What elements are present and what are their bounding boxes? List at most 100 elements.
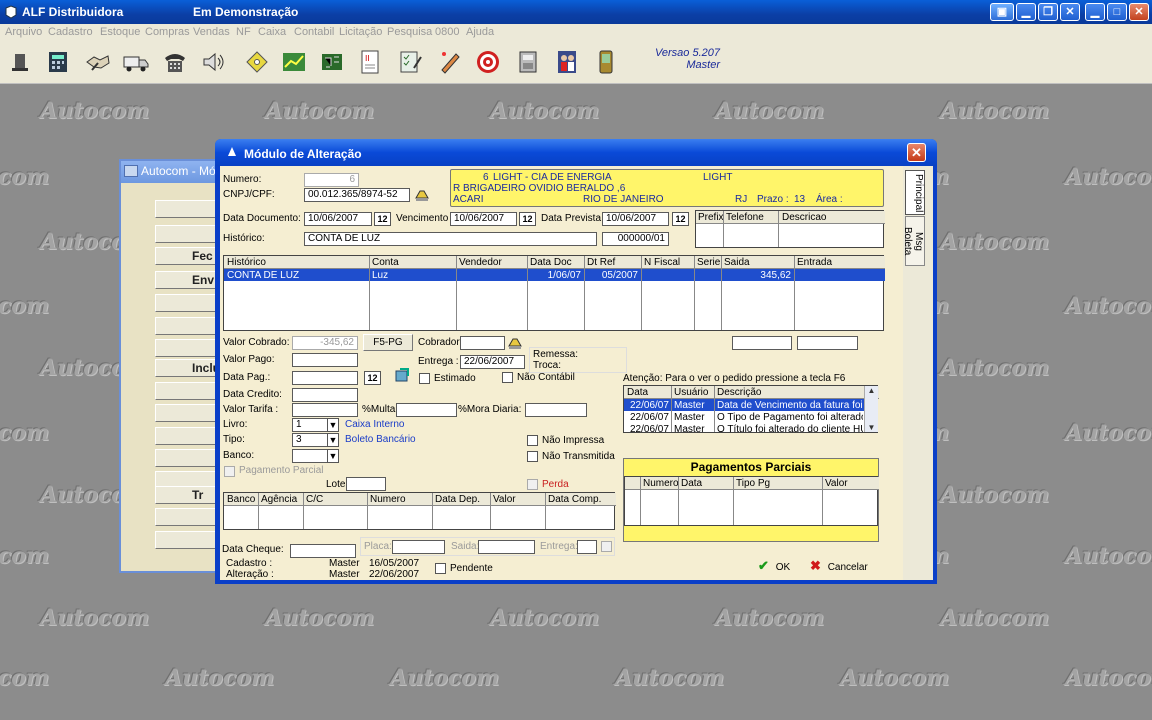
scroll-down-icon[interactable]: ▼	[865, 423, 878, 432]
data-documento-field[interactable]: 10/06/2007	[304, 212, 372, 226]
calendar-icon[interactable]: 12	[374, 212, 391, 226]
ok-button[interactable]: ✔ OK	[758, 558, 790, 574]
column-header[interactable]: Entrada	[797, 257, 832, 268]
inner-minimize-button[interactable]: ▁	[1016, 3, 1036, 21]
menu-0800[interactable]: 0800	[435, 26, 459, 38]
column-header[interactable]: Banco	[227, 494, 255, 505]
minimize-button[interactable]: ▁	[1085, 3, 1105, 21]
column-header[interactable]: Saida	[724, 257, 750, 268]
log-scrollbar[interactable]: ▲ ▼	[864, 386, 878, 432]
saida-field[interactable]	[478, 540, 535, 554]
historico-field[interactable]: CONTA DE LUZ	[304, 232, 597, 246]
menu-licitacao[interactable]: Licitação	[339, 26, 382, 38]
calendar-icon[interactable]: 12	[519, 212, 536, 226]
pagamento-parcial-checkbox[interactable]	[224, 466, 235, 477]
document-number-field[interactable]: 000000/01	[602, 232, 669, 246]
log-grid[interactable]: Data Usuário Descrição 22/06/07 Master Data d…	[623, 385, 879, 435]
target-icon[interactable]	[474, 48, 502, 76]
background-window[interactable]: Autocom - Mó Fec Env Inclus Tr	[119, 159, 231, 573]
extra-field-1[interactable]	[732, 336, 792, 350]
nao-contabil-checkbox[interactable]	[502, 372, 513, 383]
cobrador-field[interactable]	[460, 336, 505, 350]
banco-select[interactable]	[292, 449, 328, 463]
pda-icon[interactable]	[592, 48, 620, 76]
cheque-grid[interactable]: Banco Agência C/C Numero Data Dep. Valor Data …	[223, 492, 616, 530]
calendar-icon[interactable]: 12	[364, 371, 381, 385]
valor-pago-field[interactable]	[292, 353, 358, 367]
valor-cobrado-field[interactable]: -345,62	[292, 336, 358, 350]
menu-arquivo[interactable]: Arquivo	[5, 26, 42, 38]
exit-icon[interactable]	[6, 48, 34, 76]
lookup-icon[interactable]	[414, 188, 430, 202]
chevron-down-icon[interactable]: ▼	[327, 418, 339, 432]
column-header[interactable]: Tipo Pg	[736, 478, 770, 489]
placa-field[interactable]	[392, 540, 445, 554]
tab-principal[interactable]: Principal	[905, 170, 925, 215]
speaker-icon[interactable]	[199, 48, 227, 76]
pen-icon[interactable]	[436, 48, 464, 76]
items-grid[interactable]: Histórico Conta Vendedor Data Doc Dt Ref N Fi…	[223, 255, 885, 331]
calendar-icon[interactable]: 12	[672, 212, 689, 226]
checklist-icon[interactable]	[396, 48, 424, 76]
column-header[interactable]: C/C	[306, 494, 323, 505]
menu-compras[interactable]: Compras	[145, 26, 190, 38]
column-header[interactable]: Numero	[643, 478, 679, 489]
vencimento-field[interactable]: 10/06/2007	[450, 212, 517, 226]
nvidia-icon[interactable]: ▣	[990, 3, 1014, 21]
menu-nf[interactable]: NF	[236, 26, 251, 38]
data-prevista-field[interactable]: 10/06/2007	[602, 212, 669, 226]
entrega-field[interactable]: 22/06/2007	[460, 355, 525, 369]
column-header[interactable]: Data Comp.	[548, 494, 601, 505]
refresh-icon[interactable]	[394, 367, 410, 383]
column-header[interactable]: Valor	[493, 494, 516, 505]
calculator-icon[interactable]	[44, 48, 72, 76]
pendente-checkbox[interactable]	[435, 563, 446, 574]
column-header[interactable]: Valor	[825, 478, 848, 489]
maximize-button[interactable]: □	[1107, 3, 1127, 21]
entrega2-field[interactable]	[577, 540, 597, 554]
column-header[interactable]: Dt Ref	[587, 257, 615, 268]
livro-select[interactable]: 1	[292, 418, 328, 432]
scroll-up-icon[interactable]: ▲	[865, 386, 878, 395]
handshake-icon[interactable]	[84, 48, 112, 76]
chevron-down-icon[interactable]: ▼	[327, 449, 339, 463]
data-cheque-field[interactable]	[290, 544, 356, 558]
menu-cadastro[interactable]: Cadastro	[48, 26, 93, 38]
entrega2-checkbox[interactable]	[601, 541, 612, 552]
data-credito-field[interactable]	[292, 388, 358, 402]
nao-transmitida-checkbox[interactable]	[527, 451, 538, 462]
phones-grid[interactable]: Prefix Telefone Descricao	[695, 210, 885, 248]
column-header[interactable]: Data Dep.	[435, 494, 480, 505]
tipo-select[interactable]: 3	[292, 433, 328, 447]
column-header[interactable]: Usuário	[674, 387, 708, 398]
chart-icon[interactable]	[280, 48, 308, 76]
tab-msg-boleta[interactable]: Msg Boleta	[902, 216, 925, 266]
column-header[interactable]: Histórico	[227, 257, 266, 268]
column-header[interactable]: Agência	[261, 494, 297, 505]
cnpj-field[interactable]: 00.012.365/8974-52	[304, 188, 410, 202]
column-header[interactable]: N Fiscal	[644, 257, 680, 268]
multa-field[interactable]	[396, 403, 457, 417]
truck-icon[interactable]	[122, 48, 150, 76]
column-header[interactable]: Descrição	[717, 387, 761, 398]
menu-pesquisa[interactable]: Pesquisa	[387, 26, 432, 38]
pagamentos-grid[interactable]: Numero Data Tipo Pg Valor	[624, 476, 879, 526]
data-pag-field[interactable]	[292, 371, 358, 385]
lookup-icon[interactable]	[507, 336, 523, 350]
column-header[interactable]: Data	[627, 387, 648, 398]
nao-impressa-checkbox[interactable]	[527, 435, 538, 446]
mora-field[interactable]	[525, 403, 587, 417]
cancel-button[interactable]: ✖ Cancelar	[810, 558, 868, 574]
column-header[interactable]: Vendedor	[459, 257, 502, 268]
valor-tarifa-field[interactable]	[292, 403, 358, 417]
inner-close-button[interactable]: ✕	[1060, 3, 1080, 21]
dialog-close-button[interactable]: ✕	[907, 143, 926, 162]
menu-contabil[interactable]: Contabil	[294, 26, 334, 38]
column-header[interactable]: Serie	[697, 257, 720, 268]
lote-field[interactable]	[346, 477, 386, 491]
numero-field[interactable]: 6	[304, 173, 359, 187]
circuit-icon[interactable]	[318, 48, 346, 76]
menu-estoque[interactable]: Estoque	[100, 26, 140, 38]
tag-icon[interactable]	[243, 48, 271, 76]
register-icon[interactable]	[514, 48, 542, 76]
